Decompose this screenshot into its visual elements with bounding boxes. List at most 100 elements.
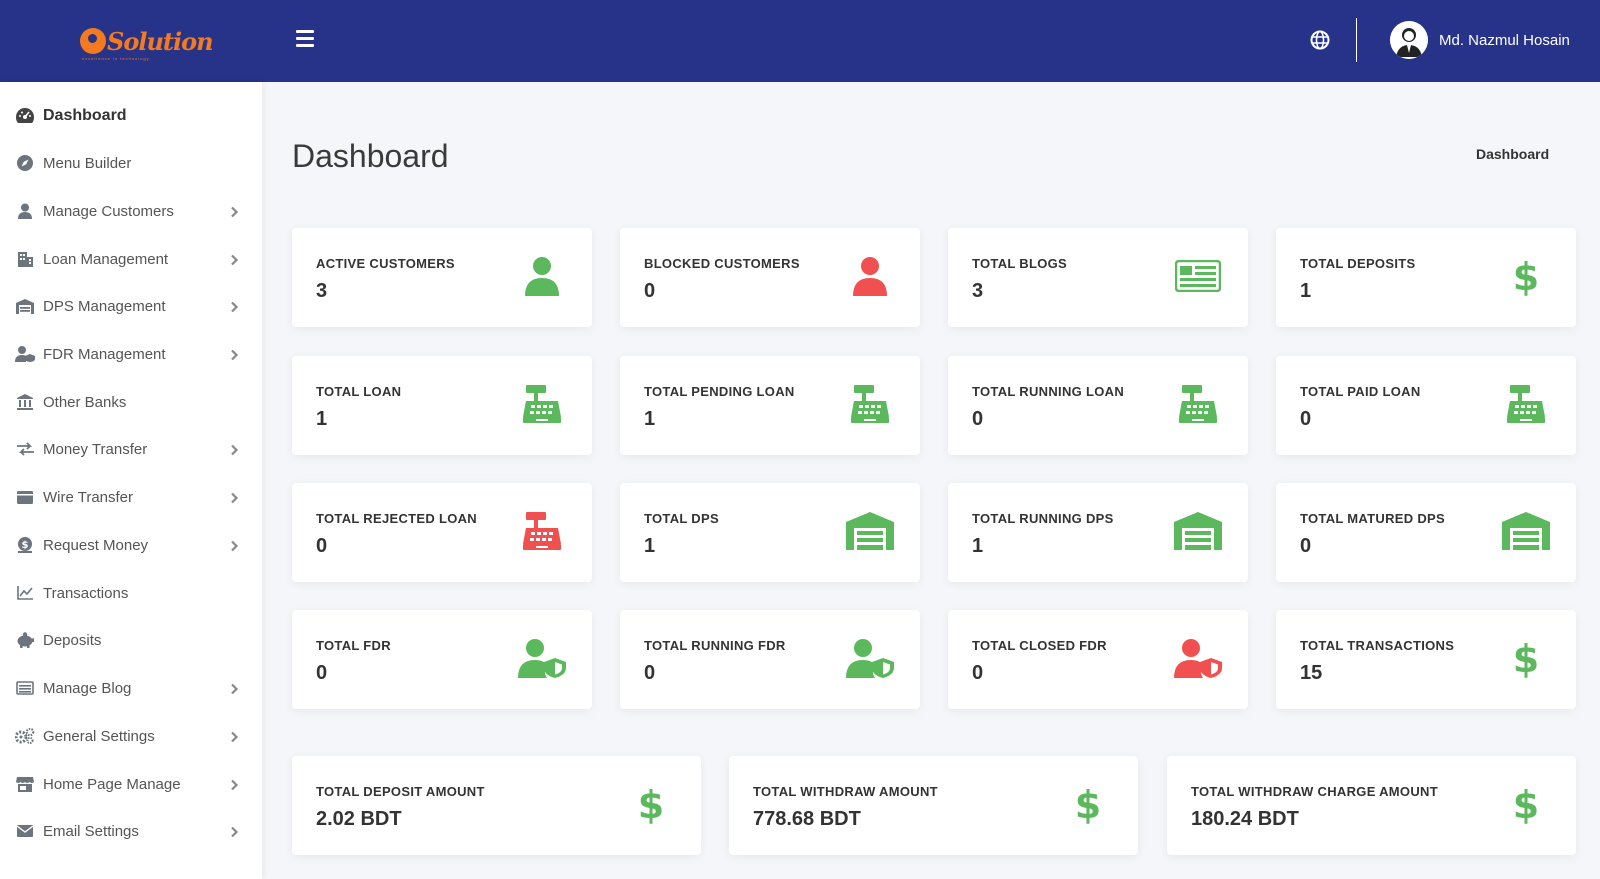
stat-card-total-closed-fdr[interactable]: TOTAL CLOSED FDR 0 bbox=[948, 610, 1248, 709]
sidebar-item-label: Loan Management bbox=[43, 250, 169, 268]
svg-text:$: $ bbox=[1513, 784, 1539, 824]
sidebar-item-email-settings[interactable]: Email Settings bbox=[0, 809, 262, 853]
sidebar-item-menu-builder[interactable]: Menu Builder bbox=[0, 141, 262, 185]
stat-card-active-customers[interactable]: ACTIVE CUSTOMERS 3 bbox=[292, 228, 592, 327]
sidebar-item-label: Deposits bbox=[43, 631, 102, 649]
stat-card-total-fdr[interactable]: TOTAL FDR 0 bbox=[292, 610, 592, 709]
stat-card-value: 0 bbox=[644, 662, 656, 684]
sidebar-item-fdr-management[interactable]: FDR Management bbox=[0, 332, 262, 376]
sidebar-toggle-icon[interactable] bbox=[296, 30, 314, 48]
sidebar-item-request-money[interactable]: $ Request Money bbox=[0, 523, 262, 567]
breadcrumb[interactable]: Dashboard bbox=[1476, 146, 1549, 162]
stat-card-label: BLOCKED CUSTOMERS bbox=[644, 256, 800, 271]
compass-icon bbox=[15, 154, 35, 172]
stat-card-label: TOTAL LOAN bbox=[316, 384, 402, 399]
sidebar-item-label: Manage Customers bbox=[43, 202, 174, 220]
chevron-right-icon bbox=[228, 825, 240, 838]
globe-icon[interactable] bbox=[1310, 30, 1330, 50]
sidebar-item-label: Manage Blog bbox=[43, 679, 132, 697]
warehouse-icon bbox=[1500, 507, 1552, 555]
stat-card-value: 0 bbox=[644, 280, 656, 302]
dollar-icon: $ bbox=[1500, 780, 1552, 828]
chevron-right-icon bbox=[228, 300, 240, 313]
user-menu[interactable]: Md. Nazmul Hosain bbox=[1390, 21, 1570, 59]
stat-card-value: 0 bbox=[972, 662, 984, 684]
stat-card-label: TOTAL WITHDRAW CHARGE AMOUNT bbox=[1191, 784, 1438, 799]
dollar-icon: $ bbox=[1062, 780, 1114, 828]
stat-card-value: 0 bbox=[316, 662, 328, 684]
store-icon bbox=[15, 775, 35, 793]
chevron-right-icon bbox=[228, 682, 240, 695]
stat-card-total-blogs[interactable]: TOTAL BLOGS 3 bbox=[948, 228, 1248, 327]
sidebar-item-dashboard[interactable]: Dashboard bbox=[0, 94, 262, 138]
warehouse-icon bbox=[1172, 507, 1224, 555]
stat-card-value: 778.68 BDT bbox=[753, 808, 861, 830]
stat-card-label: TOTAL WITHDRAW AMOUNT bbox=[753, 784, 938, 799]
exchange-icon bbox=[15, 440, 35, 458]
stat-card-label: TOTAL DEPOSITS bbox=[1300, 256, 1416, 271]
sidebar-item-other-banks[interactable]: Other Banks bbox=[0, 380, 262, 424]
stat-card-total-withdraw-amount[interactable]: TOTAL WITHDRAW AMOUNT 778.68 BDT $ bbox=[729, 756, 1138, 855]
sidebar-item-money-transfer[interactable]: Money Transfer bbox=[0, 427, 262, 471]
svg-text:$: $ bbox=[22, 540, 29, 551]
cash-register-icon bbox=[844, 380, 896, 428]
sidebar-item-deposits[interactable]: Deposits bbox=[0, 618, 262, 662]
sidebar-item-label: Wire Transfer bbox=[43, 488, 134, 506]
sidebar-item-general-settings[interactable]: General Settings bbox=[0, 714, 262, 758]
stat-card-total-paid-loan[interactable]: TOTAL PAID LOAN 0 bbox=[1276, 356, 1576, 455]
stat-card-total-running-loan[interactable]: TOTAL RUNNING LOAN 0 bbox=[948, 356, 1248, 455]
chevron-right-icon bbox=[228, 443, 240, 456]
sidebar-item-label: Other Banks bbox=[43, 393, 127, 411]
envelope-icon bbox=[15, 822, 35, 840]
sidebar-item-manage-customers[interactable]: Manage Customers bbox=[0, 189, 262, 233]
user-icon bbox=[15, 202, 35, 220]
stat-card-label: TOTAL CLOSED FDR bbox=[972, 638, 1107, 653]
brand-logo[interactable]: Solution excellence in technology bbox=[80, 20, 214, 62]
warehouse-icon bbox=[844, 507, 896, 555]
sidebar-item-dps-management[interactable]: DPS Management bbox=[0, 284, 262, 328]
stat-card-total-withdraw-charge-amount[interactable]: TOTAL WITHDRAW CHARGE AMOUNT 180.24 BDT $ bbox=[1167, 756, 1576, 855]
stat-card-total-running-fdr[interactable]: TOTAL RUNNING FDR 0 bbox=[620, 610, 920, 709]
stat-card-total-matured-dps[interactable]: TOTAL MATURED DPS 0 bbox=[1276, 483, 1576, 582]
stat-card-total-dps[interactable]: TOTAL DPS 1 bbox=[620, 483, 920, 582]
stat-card-value: 1 bbox=[644, 408, 656, 430]
sidebar-item-label: Transactions bbox=[43, 584, 129, 602]
stat-card-label: TOTAL DEPOSIT AMOUNT bbox=[316, 784, 485, 799]
building-icon bbox=[15, 250, 35, 268]
logo-mark-icon bbox=[80, 28, 106, 54]
sidebar-item-wire-transfer[interactable]: Wire Transfer bbox=[0, 475, 262, 519]
sidebar-item-transactions[interactable]: Transactions bbox=[0, 571, 262, 615]
stat-card-total-loan[interactable]: TOTAL LOAN 1 bbox=[292, 356, 592, 455]
stat-card-value: 1 bbox=[644, 535, 656, 557]
stat-card-total-running-dps[interactable]: TOTAL RUNNING DPS 1 bbox=[948, 483, 1248, 582]
sidebar-item-label: Email Settings bbox=[43, 822, 139, 840]
chevron-right-icon bbox=[228, 491, 240, 504]
stat-card-value: 2.02 BDT bbox=[316, 808, 402, 830]
stat-card-total-deposits[interactable]: TOTAL DEPOSITS 1 $ bbox=[1276, 228, 1576, 327]
stat-card-blocked-customers[interactable]: BLOCKED CUSTOMERS 0 bbox=[620, 228, 920, 327]
stat-card-total-deposit-amount[interactable]: TOTAL DEPOSIT AMOUNT 2.02 BDT $ bbox=[292, 756, 701, 855]
warehouse-icon bbox=[15, 297, 35, 315]
header-divider bbox=[1356, 18, 1357, 62]
stat-card-total-transactions[interactable]: TOTAL TRANSACTIONS 15 $ bbox=[1276, 610, 1576, 709]
chevron-right-icon bbox=[228, 778, 240, 791]
user-shield-icon bbox=[15, 345, 35, 363]
stat-card-label: TOTAL RUNNING FDR bbox=[644, 638, 786, 653]
cash-register-icon bbox=[516, 380, 568, 428]
user-shield-icon bbox=[516, 634, 568, 682]
sidebar-item-home-page-manage[interactable]: Home Page Manage bbox=[0, 762, 262, 806]
stat-card-value: 0 bbox=[1300, 408, 1312, 430]
piggy-bank-icon bbox=[15, 631, 35, 649]
cash-register-icon bbox=[516, 507, 568, 555]
sidebar-item-loan-management[interactable]: Loan Management bbox=[0, 237, 262, 281]
sidebar-item-label: Home Page Manage bbox=[43, 775, 181, 793]
user-icon bbox=[516, 252, 568, 300]
stat-card-total-pending-loan[interactable]: TOTAL PENDING LOAN 1 bbox=[620, 356, 920, 455]
stat-card-total-rejected-loan[interactable]: TOTAL REJECTED LOAN 0 bbox=[292, 483, 592, 582]
svg-text:$: $ bbox=[1513, 256, 1539, 296]
stat-card-label: TOTAL TRANSACTIONS bbox=[1300, 638, 1455, 653]
stat-card-label: TOTAL PAID LOAN bbox=[1300, 384, 1421, 399]
wallet-icon bbox=[15, 488, 35, 506]
sidebar-item-manage-blog[interactable]: Manage Blog bbox=[0, 666, 262, 710]
stat-card-value: 1 bbox=[316, 408, 328, 430]
